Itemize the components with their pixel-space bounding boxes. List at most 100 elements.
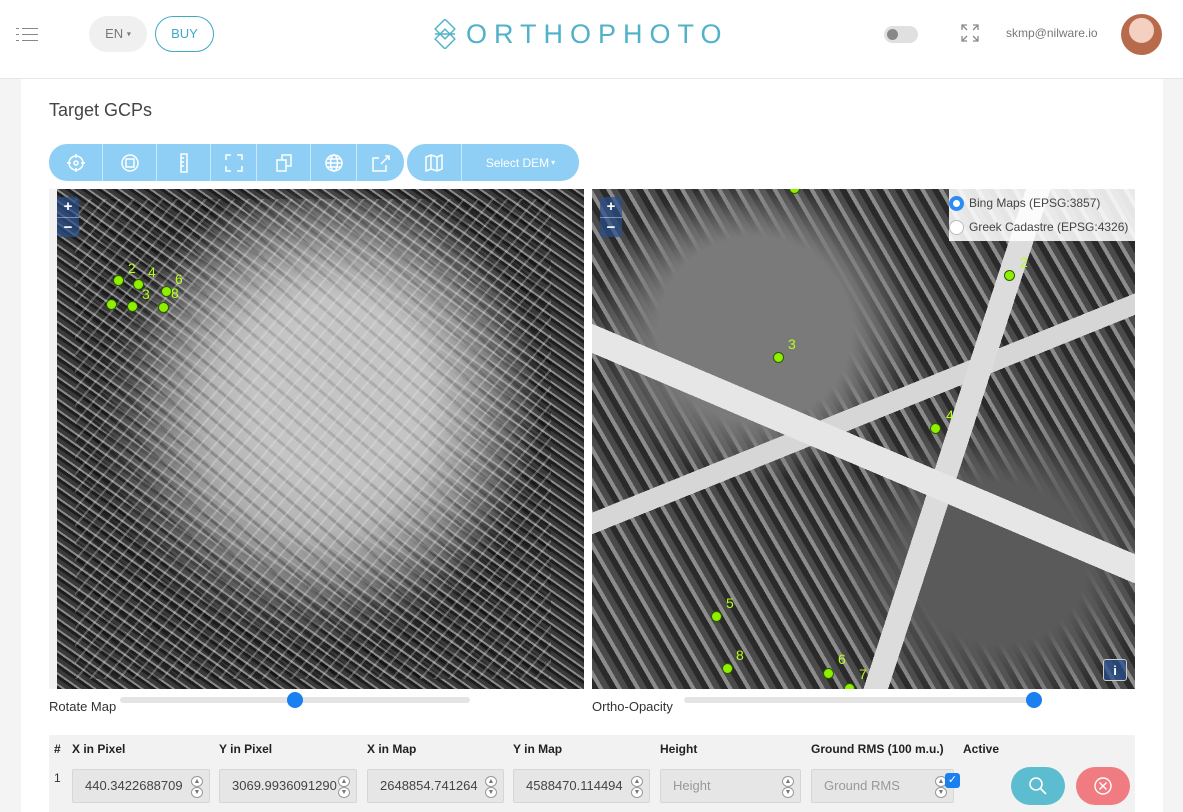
copy-button[interactable] xyxy=(257,144,311,181)
gcp-point[interactable] xyxy=(113,275,124,286)
gcp-point[interactable] xyxy=(106,299,117,310)
zoom-in-button[interactable]: + xyxy=(57,197,79,217)
top-header: EN ▾ BUY ORTHOPHOTO skmp@nilware.io xyxy=(0,0,1183,79)
circle-square-icon xyxy=(120,153,139,172)
zoom-out-button[interactable]: − xyxy=(57,217,79,237)
gcp-point[interactable] xyxy=(1004,270,1015,281)
x-map-input[interactable]: 2648854.741264 ▲ ▼ xyxy=(367,769,504,803)
layer-option-bing[interactable]: Bing Maps (EPSG:3857) xyxy=(949,191,1135,215)
y-map-value: 4588470.114494 xyxy=(526,778,623,793)
crosshair-button[interactable] xyxy=(49,144,103,181)
map-button[interactable] xyxy=(407,144,462,181)
ruler-button[interactable] xyxy=(157,144,211,181)
gcp-label: 2 xyxy=(128,260,136,276)
share-button[interactable] xyxy=(357,144,404,181)
gcp-point[interactable] xyxy=(127,301,138,312)
column-header: Ground RMS (100 m.u.) xyxy=(811,742,944,756)
gcp-point[interactable] xyxy=(722,663,733,674)
layer-label: Bing Maps (EPSG:3857) xyxy=(969,196,1101,210)
remove-gcp-button[interactable] xyxy=(1076,767,1130,805)
theme-toggle[interactable] xyxy=(884,26,918,43)
column-header: X in Pixel xyxy=(72,742,126,756)
close-circle-icon xyxy=(1094,777,1112,795)
reference-map[interactable]: + − Bing Maps (EPSG:3857) Greek Cadastre… xyxy=(592,189,1135,689)
gcp-point[interactable] xyxy=(930,423,941,434)
spinner-icon[interactable]: ▲ ▼ xyxy=(782,776,794,798)
language-label: EN xyxy=(105,26,124,41)
layer-label: Greek Cadastre (EPSG:4326) xyxy=(969,220,1129,234)
avatar[interactable] xyxy=(1121,14,1162,55)
language-dropdown[interactable]: EN ▾ xyxy=(89,16,147,52)
gcp-point[interactable] xyxy=(711,611,722,622)
menu-icon[interactable] xyxy=(16,28,38,42)
gcp-label: 6 xyxy=(838,651,846,667)
copy-icon xyxy=(275,153,292,172)
x-pixel-input[interactable]: 440.3422688709 ▲ ▼ xyxy=(72,769,210,803)
opacity-slider-thumb[interactable] xyxy=(1026,692,1042,708)
fullscreen-icon xyxy=(224,153,243,172)
spinner-icon[interactable]: ▲ ▼ xyxy=(631,776,643,798)
select-dem-dropdown[interactable]: Select DEM ▾ xyxy=(462,144,579,181)
row-number: 1 xyxy=(54,771,61,785)
gcp-point[interactable] xyxy=(844,683,855,689)
gcp-card: Target GCPs Select DEM ▾ + − 2 4 6 3 8 +… xyxy=(21,79,1163,812)
user-email[interactable]: skmp@nilware.io xyxy=(1006,26,1098,40)
spinner-icon[interactable]: ▲ ▼ xyxy=(485,776,497,798)
y-map-input[interactable]: 4588470.114494 ▲ ▼ xyxy=(513,769,650,803)
table-row: 1 440.3422688709 ▲ ▼ 3069.9936091290 ▲ ▼ 2… xyxy=(49,762,1135,812)
gcp-point[interactable] xyxy=(773,352,784,363)
ortho-opacity-label: Ortho-Opacity xyxy=(592,699,673,714)
zoom-out-button[interactable]: − xyxy=(600,217,622,237)
opacity-slider[interactable] xyxy=(684,692,1042,708)
map-toolbar xyxy=(49,144,404,181)
gcp-point[interactable] xyxy=(158,302,169,313)
buy-button[interactable]: BUY xyxy=(155,16,214,52)
select-dem-label: Select DEM xyxy=(485,155,550,170)
logo[interactable]: ORTHOPHOTO xyxy=(430,17,729,51)
zoom-controls: + − xyxy=(600,197,622,237)
x-pixel-value: 440.3422688709 xyxy=(85,778,183,793)
gcp-point[interactable] xyxy=(789,189,800,194)
globe-icon xyxy=(324,153,343,172)
zoom-controls: + − xyxy=(57,197,79,237)
globe-button[interactable] xyxy=(311,144,357,181)
active-checkbox[interactable]: ✓ xyxy=(945,773,960,788)
source-image-map[interactable]: + − 2 4 6 3 8 xyxy=(49,189,584,689)
search-icon xyxy=(1029,777,1047,795)
logo-icon xyxy=(434,19,456,49)
ground-rms-input[interactable]: Ground RMS ▲ ▼ xyxy=(811,769,954,803)
rotate-slider[interactable] xyxy=(120,692,470,708)
column-header: Y in Map xyxy=(513,742,563,756)
zoom-in-button[interactable]: + xyxy=(600,197,622,217)
toggle-knob xyxy=(887,29,898,40)
column-header: Active xyxy=(963,742,1000,756)
circle-square-button[interactable] xyxy=(103,144,157,181)
extent-button[interactable] xyxy=(211,144,257,181)
rotate-slider-thumb[interactable] xyxy=(287,692,303,708)
height-placeholder: Height xyxy=(673,778,711,793)
ground-rms-placeholder: Ground RMS xyxy=(824,778,900,793)
logo-text: ORTHOPHOTO xyxy=(466,18,729,49)
fullscreen-icon[interactable] xyxy=(961,24,979,42)
radio-selected-icon[interactable] xyxy=(949,195,964,211)
spinner-icon[interactable]: ▲ ▼ xyxy=(191,776,203,798)
y-pixel-value: 3069.9936091290 xyxy=(232,778,337,793)
locate-gcp-button[interactable] xyxy=(1011,767,1065,805)
y-pixel-input[interactable]: 3069.9936091290 ▲ ▼ xyxy=(219,769,357,803)
gcp-point[interactable] xyxy=(823,668,834,679)
gcp-label: 8 xyxy=(171,285,179,301)
radio-icon[interactable] xyxy=(949,219,964,235)
spinner-icon[interactable]: ▲ ▼ xyxy=(338,776,350,798)
share-icon xyxy=(371,154,390,172)
height-input[interactable]: Height ▲ ▼ xyxy=(660,769,801,803)
aerial-photo xyxy=(57,189,584,689)
gcp-label: 5 xyxy=(726,595,734,611)
x-map-value: 2648854.741264 xyxy=(380,778,478,793)
caret-down-icon: ▾ xyxy=(126,29,131,39)
ruler-icon xyxy=(179,152,188,173)
gcp-label: 7 xyxy=(859,666,867,682)
info-button[interactable]: i xyxy=(1103,659,1127,681)
layer-option-cadastre[interactable]: Greek Cadastre (EPSG:4326) xyxy=(949,215,1135,239)
gcp-label: 2 xyxy=(1020,254,1028,270)
column-header: Y in Pixel xyxy=(219,742,273,756)
